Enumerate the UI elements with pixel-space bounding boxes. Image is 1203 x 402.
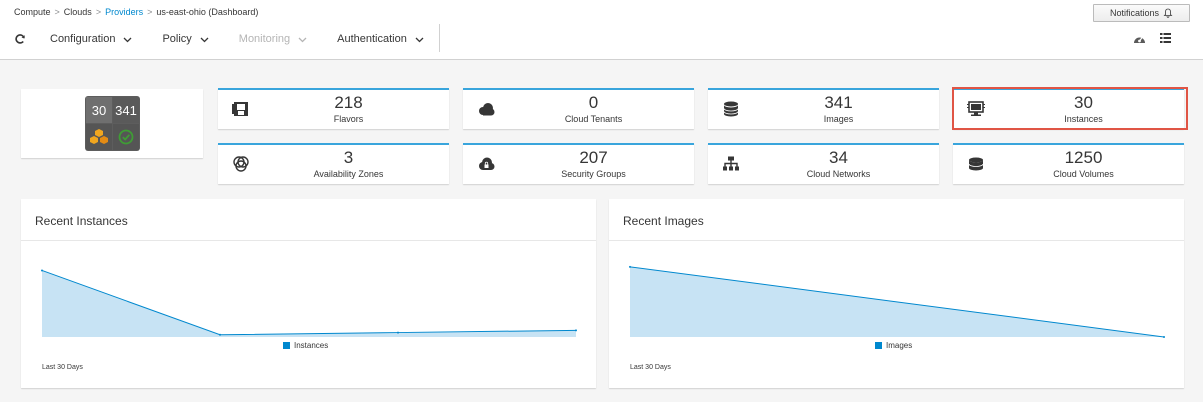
volume-icon — [968, 157, 984, 171]
breadcrumb-clouds[interactable]: Clouds — [64, 7, 92, 17]
chevron-down-icon — [123, 37, 132, 42]
chart-point-2[interactable] — [397, 331, 399, 334]
legend-label: Instances — [294, 341, 329, 350]
breadcrumb-current: us-east-ohio (Dashboard) — [156, 7, 259, 17]
chevron-down-icon — [200, 37, 209, 42]
configuration-menu[interactable]: Configuration — [50, 33, 132, 45]
chart-point-0[interactable] — [41, 269, 43, 272]
quadicon-instances-count: 30 — [86, 97, 112, 123]
instances-label: Instances — [1064, 114, 1103, 124]
quadicon-vendor — [86, 124, 112, 150]
notifications-button[interactable]: Notifications — [1093, 4, 1190, 22]
chart-point-0[interactable] — [629, 265, 631, 268]
provider-quadicon[interactable]: 30 341 — [85, 96, 140, 151]
cloud-volumes-count: 1250 — [1064, 148, 1103, 167]
recent-instances-period: Last 30 Days — [42, 364, 83, 371]
card-cloud-volumes[interactable]: 1250 Cloud Volumes — [953, 143, 1184, 184]
cloud-tenants-count: 0 — [588, 93, 599, 112]
cloud-lock-icon — [479, 157, 495, 170]
flavor-icon — [232, 102, 248, 116]
breadcrumb-compute[interactable]: Compute — [14, 7, 51, 17]
page-header: Compute > Clouds > Providers > us-east-ohio (D… — [0, 0, 1203, 60]
authentication-menu-label: Authentication — [337, 33, 407, 45]
network-icon — [723, 156, 739, 171]
cloud-networks-count: 34 — [829, 148, 848, 167]
zones-icon — [233, 156, 249, 172]
cloud-tenants-label: Cloud Tenants — [564, 114, 623, 124]
chevron-down-icon — [415, 37, 424, 42]
chart-area-fill — [42, 270, 576, 337]
toolbar-divider — [439, 24, 440, 52]
availability-zones-count: 3 — [343, 148, 354, 167]
card-cloud-networks[interactable]: 34 Cloud Networks — [708, 143, 939, 184]
breadcrumb-providers[interactable]: Providers — [105, 7, 143, 17]
card-cloud-tenants[interactable]: 0 Cloud Tenants — [463, 88, 694, 129]
monitor-icon — [967, 101, 985, 116]
card-availability-zones[interactable]: 3 Availability Zones — [218, 143, 449, 184]
recent-images-title: Recent Images — [623, 214, 704, 228]
recent-instances-panel: Recent Instances Instances Last 30 Days — [21, 199, 596, 388]
cloud-networks-label: Cloud Networks — [806, 169, 871, 179]
images-label: Images — [823, 114, 854, 124]
card-instances[interactable]: 30 Instances — [953, 88, 1184, 129]
recent-instances-title: Recent Instances — [35, 214, 128, 228]
legend-label: Images — [886, 341, 913, 350]
breadcrumb: Compute > Clouds > Providers > us-east-ohio (D… — [14, 7, 258, 17]
instances-count: 30 — [1074, 93, 1093, 112]
status-ok-icon — [118, 129, 134, 145]
security-groups-label: Security Groups — [561, 169, 626, 179]
security-groups-count: 207 — [579, 148, 608, 167]
flavors-count: 218 — [334, 93, 363, 112]
card-flavors[interactable]: 218 Flavors — [218, 88, 449, 129]
policy-menu[interactable]: Policy — [162, 33, 209, 45]
flavors-label: Flavors — [333, 114, 364, 124]
breadcrumb-separator-icon: > — [147, 7, 153, 17]
recent-images-panel: Recent Images Images Last 30 Days — [609, 199, 1184, 388]
availability-zones-label: Availability Zones — [313, 169, 384, 179]
recent-images-period: Last 30 Days — [630, 364, 671, 371]
cloud-volumes-label: Cloud Volumes — [1053, 169, 1114, 179]
recent-images-chart — [629, 265, 1165, 338]
monitoring-menu-label: Monitoring — [238, 33, 291, 45]
breadcrumb-separator-icon: > — [54, 7, 60, 17]
aws-logo-icon — [90, 129, 108, 144]
chart-point-1[interactable] — [219, 333, 221, 336]
database-icon — [723, 101, 739, 117]
images-count: 341 — [824, 93, 853, 112]
legend-swatch — [875, 342, 882, 349]
chevron-down-icon — [298, 37, 307, 42]
monitoring-menu: Monitoring — [239, 33, 307, 45]
breadcrumb-separator-icon: > — [95, 7, 102, 17]
quadicon-images-count: 341 — [113, 97, 139, 123]
card-images[interactable]: 341 Images — [708, 88, 939, 129]
toolbar: Configuration Policy Monitoring Authenti… — [14, 30, 454, 48]
chart-point-3[interactable] — [575, 329, 577, 332]
authentication-menu[interactable]: Authentication — [337, 33, 424, 45]
cloud-tenant-icon — [479, 103, 495, 116]
configuration-menu-label: Configuration — [50, 33, 116, 45]
list-view-icon[interactable] — [1160, 33, 1171, 43]
notifications-label: Notifications — [1109, 8, 1160, 18]
chart-point-1[interactable] — [1163, 336, 1165, 338]
recent-instances-legend: Instances — [283, 341, 328, 350]
bell-icon — [1163, 8, 1173, 18]
recent-images-legend: Images — [875, 341, 912, 350]
policy-menu-label: Policy — [162, 33, 192, 45]
quadicon-status — [113, 124, 139, 150]
card-security-groups[interactable]: 207 Security Groups — [463, 143, 694, 184]
provider-quadicon-tile: 30 341 — [21, 89, 203, 158]
refresh-icon[interactable] — [14, 33, 26, 45]
legend-swatch — [283, 342, 290, 349]
recent-instances-chart — [41, 269, 577, 337]
dashboard-view-icon[interactable] — [1133, 33, 1146, 45]
